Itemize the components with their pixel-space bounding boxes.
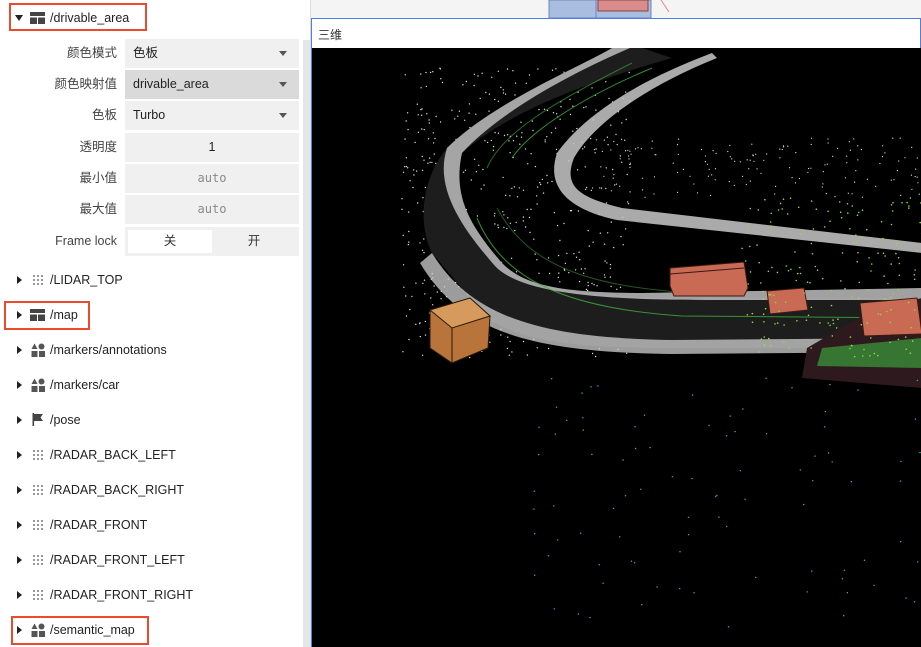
chevron-right-icon[interactable] bbox=[14, 344, 24, 356]
topic-label: /map bbox=[50, 307, 78, 322]
annotation-box-red-3 bbox=[859, 297, 921, 337]
radar-points-cyan bbox=[533, 377, 921, 628]
palette-select[interactable]: Turbo bbox=[125, 101, 299, 130]
topic-label: /RADAR_BACK_LEFT bbox=[50, 447, 176, 462]
topic-row[interactable]: /pose bbox=[0, 402, 303, 437]
color-by-select[interactable]: drivable_area bbox=[125, 70, 299, 99]
frame-lock-toggle[interactable]: 关 开 bbox=[125, 227, 299, 256]
topic-label: /RADAR_FRONT_RIGHT bbox=[50, 587, 194, 602]
shapes-icon bbox=[30, 377, 45, 392]
setting-label: 颜色模式 bbox=[66, 46, 117, 60]
chevron-right-icon[interactable] bbox=[14, 449, 24, 461]
topic-label: /semantic_map bbox=[50, 622, 135, 637]
topic-label: /drivable_area bbox=[50, 10, 130, 25]
shapes-icon bbox=[30, 342, 45, 357]
points-icon bbox=[30, 482, 45, 497]
min-value-input[interactable]: auto bbox=[125, 164, 299, 193]
grid-icon bbox=[30, 307, 45, 322]
setting-palette: 色板 Turbo bbox=[0, 101, 303, 130]
topic-row[interactable]: /markers/car bbox=[0, 367, 303, 402]
setting-label: 透明度 bbox=[79, 140, 117, 154]
setting-label: 最小值 bbox=[79, 171, 117, 185]
select-value: Turbo bbox=[133, 108, 166, 122]
topic-row[interactable]: /RADAR_BACK_RIGHT bbox=[0, 472, 303, 507]
setting-label: 色板 bbox=[91, 108, 117, 122]
annotation-box-red-1 bbox=[669, 261, 749, 297]
points-icon bbox=[30, 272, 45, 287]
viewport-header: 三维 bbox=[311, 18, 921, 48]
chevron-right-icon[interactable] bbox=[14, 589, 24, 601]
topic-row[interactable]: /RADAR_FRONT_RIGHT bbox=[0, 577, 303, 612]
setting-color-by: 颜色映射值 drivable_area bbox=[0, 70, 303, 99]
opacity-input[interactable]: 1 bbox=[125, 133, 299, 162]
topic-row[interactable]: /RADAR_FRONT_LEFT bbox=[0, 542, 303, 577]
shapes-icon bbox=[30, 622, 45, 637]
points-icon bbox=[30, 552, 45, 567]
caret-down-icon bbox=[279, 113, 287, 118]
annotation-box-brown bbox=[428, 297, 491, 364]
setting-label: 颜色映射值 bbox=[54, 77, 117, 91]
topic-label: /RADAR_FRONT bbox=[50, 517, 148, 532]
3d-scene[interactable] bbox=[311, 48, 921, 647]
setting-opacity: 透明度 1 bbox=[0, 133, 303, 162]
topic-label: /markers/annotations bbox=[50, 342, 167, 357]
setting-label: Frame lock bbox=[55, 234, 117, 248]
toggle-option-on[interactable]: 开 bbox=[212, 230, 296, 253]
topic-label: /LIDAR_TOP bbox=[50, 272, 123, 287]
select-value: drivable_area bbox=[133, 77, 209, 91]
setting-min-value: 最小值 auto bbox=[0, 164, 303, 193]
chevron-right-icon[interactable] bbox=[14, 484, 24, 496]
topic-row[interactable]: /semantic_map bbox=[0, 612, 303, 647]
viewport-title: 三维 bbox=[318, 28, 343, 42]
topic-row[interactable]: /RADAR_FRONT bbox=[0, 507, 303, 542]
grid-icon bbox=[30, 10, 45, 25]
select-value: 色板 bbox=[133, 46, 159, 60]
topic-row-drivable-area[interactable]: /drivable_area bbox=[0, 0, 303, 35]
topic-row[interactable]: /map bbox=[0, 297, 303, 332]
chevron-right-icon[interactable] bbox=[14, 379, 24, 391]
setting-max-value: 最大值 auto bbox=[0, 195, 303, 224]
points-icon bbox=[30, 517, 45, 532]
points-icon bbox=[30, 587, 45, 602]
chevron-down-icon[interactable] bbox=[14, 12, 24, 24]
setting-label: 最大值 bbox=[79, 202, 117, 216]
flag-icon bbox=[30, 412, 45, 427]
chevron-right-icon[interactable] bbox=[14, 274, 24, 286]
toggle-option-off[interactable]: 关 bbox=[128, 230, 212, 253]
caret-down-icon bbox=[279, 82, 287, 87]
topic-row[interactable]: /RADAR_BACK_LEFT bbox=[0, 437, 303, 472]
topic-label: /RADAR_FRONT_LEFT bbox=[50, 552, 185, 567]
topic-label: /RADAR_BACK_RIGHT bbox=[50, 482, 185, 497]
top-panel-strip bbox=[311, 0, 921, 19]
color-mode-select[interactable]: 色板 bbox=[125, 39, 299, 68]
chevron-right-icon[interactable] bbox=[14, 624, 24, 636]
topic-label: /markers/car bbox=[50, 377, 120, 392]
chevron-right-icon[interactable] bbox=[14, 519, 24, 531]
points-icon bbox=[30, 447, 45, 462]
scrollbar[interactable] bbox=[303, 40, 310, 647]
topic-row[interactable]: /markers/annotations bbox=[0, 332, 303, 367]
caret-down-icon bbox=[279, 51, 287, 56]
topic-panel: /drivable_area 颜色模式 色板 颜色映射值 drivable_ar… bbox=[0, 0, 303, 647]
setting-frame-lock: Frame lock 关 开 bbox=[0, 227, 303, 256]
chevron-right-icon[interactable] bbox=[14, 309, 24, 321]
chevron-right-icon[interactable] bbox=[14, 414, 24, 426]
chevron-right-icon[interactable] bbox=[14, 554, 24, 566]
max-value-input[interactable]: auto bbox=[125, 195, 299, 224]
setting-color-mode: 颜色模式 色板 bbox=[0, 39, 303, 68]
topic-label: /pose bbox=[50, 412, 81, 427]
annotation-box-red-2 bbox=[766, 287, 809, 315]
topic-row[interactable]: /LIDAR_TOP bbox=[0, 262, 303, 297]
